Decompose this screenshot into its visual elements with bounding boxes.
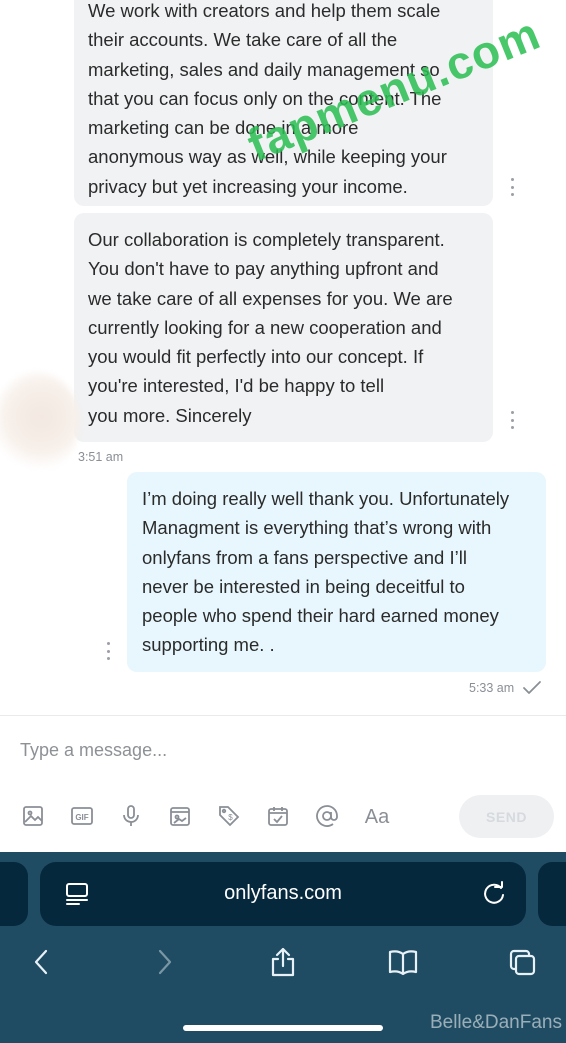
message-line: that you can focus only on the content. … xyxy=(88,87,442,109)
url-text: onlyfans.com xyxy=(224,882,342,904)
price-tag-icon[interactable]: $ xyxy=(215,802,243,830)
message-options-icon[interactable] xyxy=(510,178,514,196)
send-button[interactable]: SEND xyxy=(459,795,554,838)
message-line: privacy but yet increasing your income. xyxy=(88,175,408,197)
tabs-icon[interactable] xyxy=(502,940,542,984)
svg-text:GIF: GIF xyxy=(75,813,88,822)
forward-icon[interactable] xyxy=(144,940,184,984)
message-bubble-incoming[interactable]: We work with creators and help them scal… xyxy=(74,0,493,206)
address-bar[interactable]: onlyfans.com xyxy=(40,862,526,926)
message-line: marketing can be done in a more xyxy=(88,117,359,139)
reload-icon[interactable] xyxy=(480,880,508,908)
message-line: we take care of all expenses for you. We… xyxy=(88,287,453,309)
mention-icon[interactable] xyxy=(313,802,341,830)
message-line: Managment is everything that’s wrong wit… xyxy=(142,517,492,539)
message-line: I’m doing really well thank you. Unfortu… xyxy=(142,488,510,509)
browser-toolbar: onlyfans.com Belle&DanFans xyxy=(0,852,566,1043)
message-options-icon[interactable] xyxy=(106,642,110,660)
vault-icon[interactable] xyxy=(166,802,194,830)
message-line: onlyfans from a fans perspective and I’l… xyxy=(142,546,467,568)
bookmarks-icon[interactable] xyxy=(383,940,423,984)
message-line: We work with creators and help them scal… xyxy=(88,0,441,21)
microphone-icon[interactable] xyxy=(117,802,145,830)
read-check-icon xyxy=(523,681,541,694)
previous-tab-preview[interactable] xyxy=(0,862,28,926)
image-icon[interactable] xyxy=(19,802,47,830)
svg-text:$: $ xyxy=(228,813,233,822)
message-line: marketing, sales and daily management so xyxy=(88,58,440,80)
home-indicator[interactable] xyxy=(183,1025,383,1031)
next-tab-preview[interactable] xyxy=(538,862,566,926)
message-line: you would fit perfectly into our concept… xyxy=(88,346,424,368)
schedule-icon[interactable] xyxy=(264,802,292,830)
svg-text:Aa: Aa xyxy=(365,806,390,828)
message-options-icon[interactable] xyxy=(510,411,514,429)
message-bubble-incoming[interactable]: Our collaboration is completely transpar… xyxy=(74,213,493,442)
sender-avatar[interactable] xyxy=(0,372,80,472)
message-line: anonymous way as well, while keeping you… xyxy=(88,146,447,168)
message-line: never be interested in being deceitful t… xyxy=(142,575,465,597)
chat-thread: We work with creators and help them scal… xyxy=(0,0,566,715)
message-line: their accounts. We take care of all the xyxy=(88,29,398,51)
message-line: people who spend their hard earned money xyxy=(142,605,499,627)
message-timestamp: 3:51 am xyxy=(78,450,124,464)
message-line: you more. Sincerely xyxy=(88,404,252,426)
message-bubble-outgoing[interactable]: I’m doing really well thank you. Unfortu… xyxy=(127,472,546,672)
message-line: You don't have to pay anything upfront a… xyxy=(88,258,439,280)
message-line: currently looking for a new cooperation … xyxy=(88,316,442,338)
message-input[interactable]: Type a message... xyxy=(20,740,167,761)
message-line: you're interested, I'd be happy to tell xyxy=(88,375,385,397)
share-icon[interactable] xyxy=(263,940,303,984)
message-line: supporting me. . xyxy=(142,634,275,656)
gif-icon[interactable]: GIF xyxy=(68,802,96,830)
message-composer: Type a message... GIF $ Aa SEND xyxy=(0,715,566,853)
message-line: Our collaboration is completely transpar… xyxy=(88,229,445,250)
back-icon[interactable] xyxy=(22,940,62,984)
text-format-icon[interactable]: Aa xyxy=(360,802,394,830)
credit-watermark: Belle&DanFans xyxy=(429,1012,562,1033)
message-timestamp: 5:33 am xyxy=(469,681,515,695)
